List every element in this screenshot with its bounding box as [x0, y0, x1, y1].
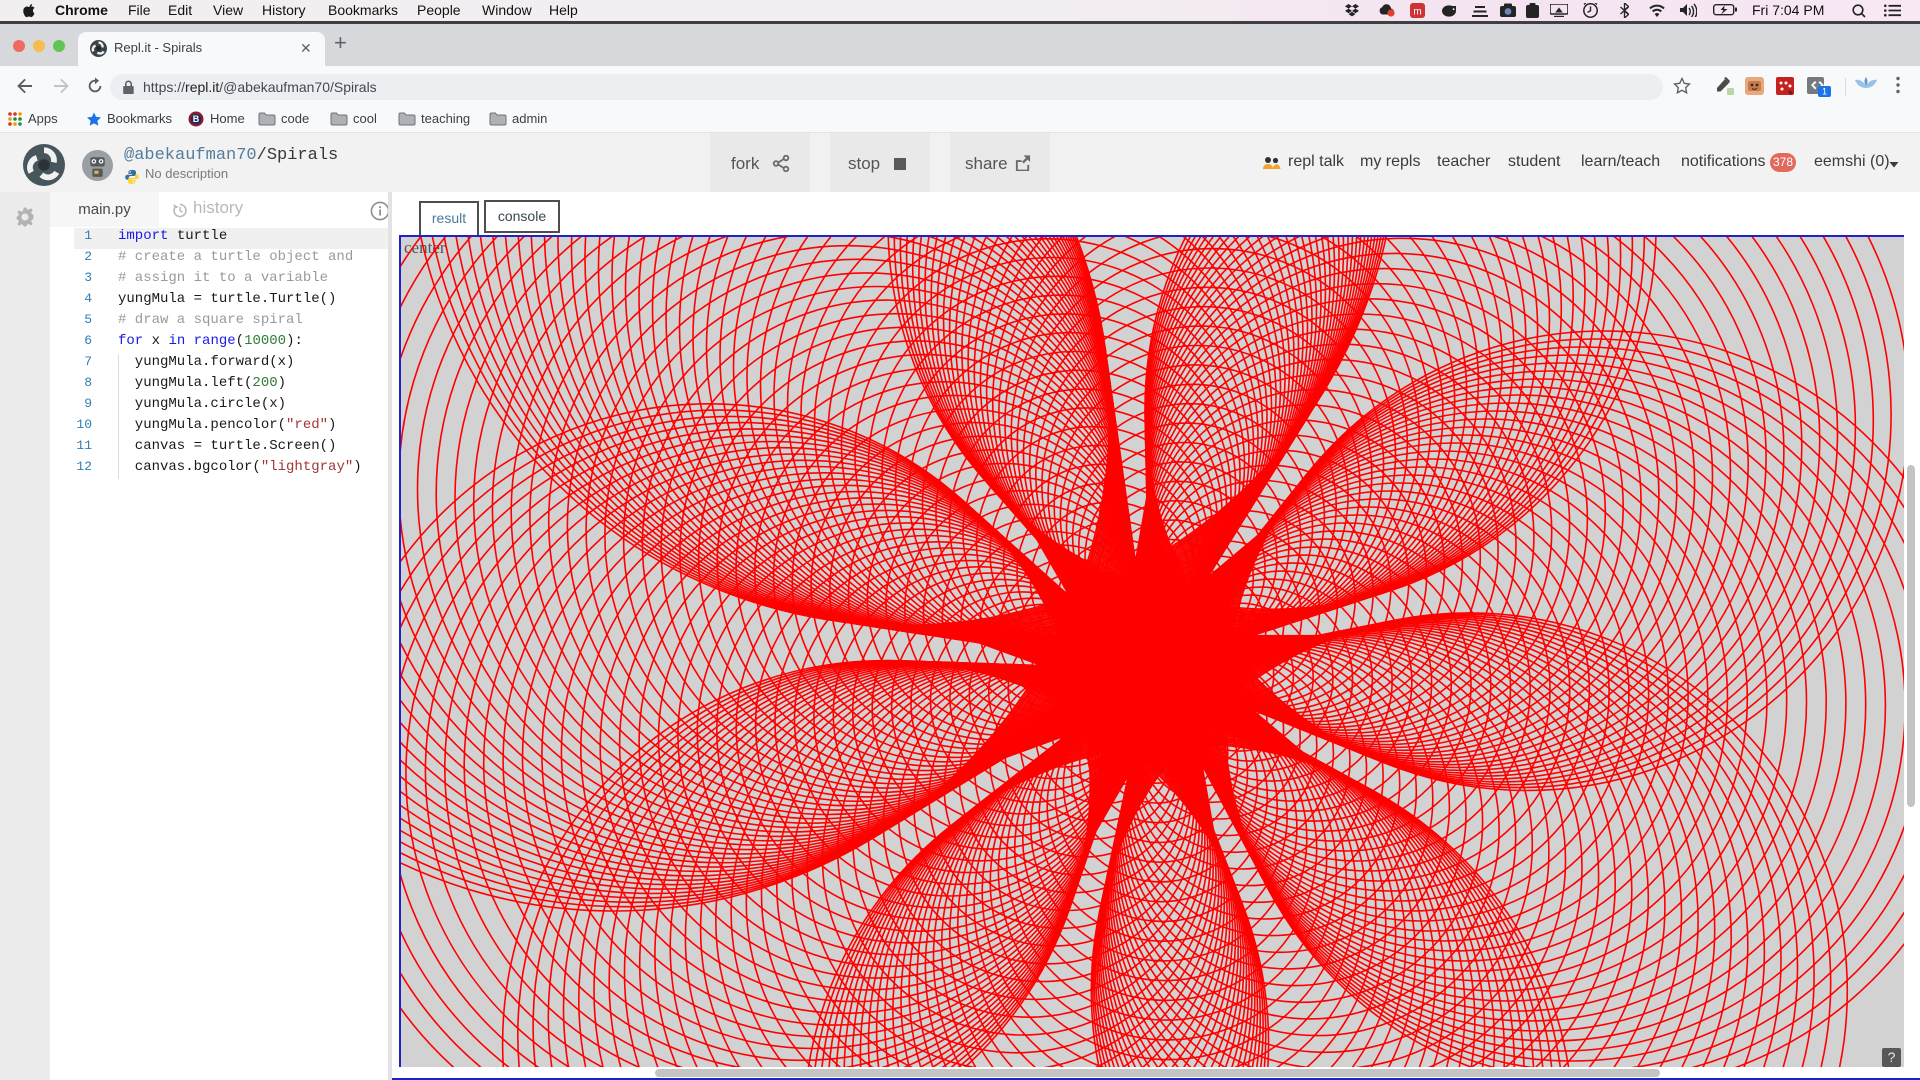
svg-text:B: B — [193, 114, 200, 124]
svg-text:m: m — [1413, 7, 1421, 18]
svg-text:1: 1 — [1822, 87, 1827, 97]
